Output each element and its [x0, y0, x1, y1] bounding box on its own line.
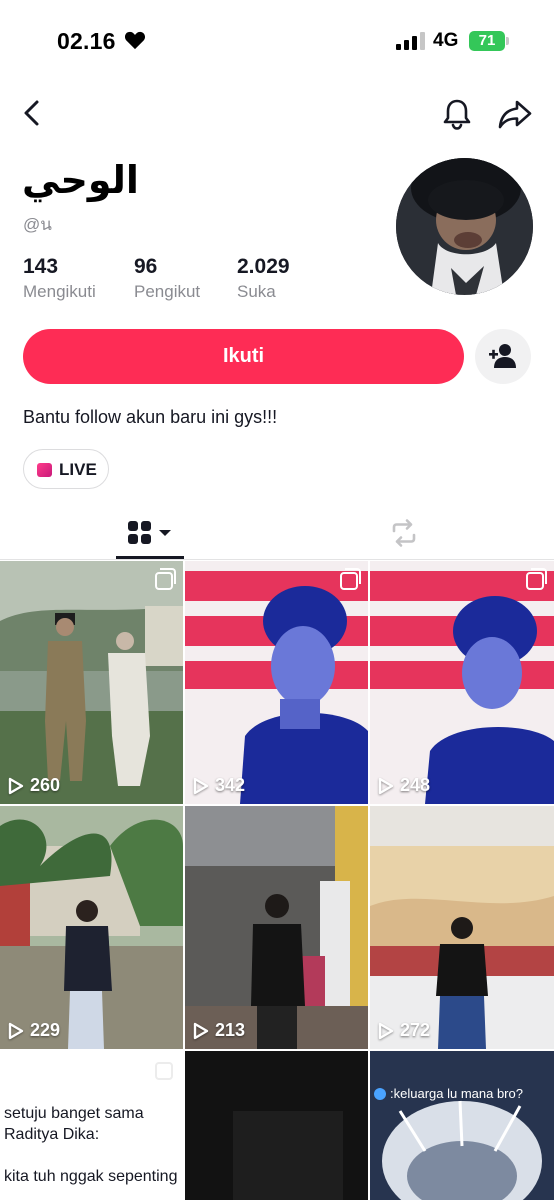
play-icon	[8, 777, 24, 794]
stat-followers[interactable]: 96 Pengikut	[134, 255, 200, 303]
view-count: 229	[8, 1020, 60, 1041]
status-bar: 02.16 4G 71	[0, 0, 554, 84]
view-count-value: 229	[30, 1020, 61, 1040]
video-thumbnail	[185, 1051, 368, 1200]
play-icon	[8, 1022, 24, 1039]
live-icon	[37, 463, 52, 477]
multi-photo-icon	[155, 1058, 176, 1080]
video-thumbnail	[0, 806, 183, 1049]
play-icon	[378, 1022, 394, 1039]
stat-following-value: 143	[23, 255, 59, 278]
live-button[interactable]: LIVE	[23, 449, 109, 489]
video-tile[interactable]: 272	[370, 806, 554, 1049]
view-count-value: 272	[400, 1020, 431, 1040]
stat-followers-value: 96	[134, 255, 158, 278]
view-count: 213	[193, 1020, 245, 1041]
stat-followers-label: Pengikut	[134, 282, 201, 301]
caption-overlay: :keluarga lu mana bro?	[374, 1086, 523, 1101]
avatar[interactable]	[396, 158, 533, 295]
stat-likes-value: 2.029	[237, 255, 290, 278]
display-name: الوحي	[22, 158, 139, 202]
bell-icon[interactable]	[441, 97, 473, 131]
repost-icon[interactable]	[389, 518, 419, 548]
add-friend-button[interactable]	[475, 329, 531, 384]
view-count: 260	[8, 775, 60, 796]
video-thumbnail	[0, 561, 183, 804]
view-count: 248	[378, 775, 430, 796]
grid-icon	[128, 521, 171, 544]
view-count: 342	[193, 775, 245, 796]
play-icon	[378, 777, 394, 794]
caption-dot-icon	[374, 1087, 386, 1100]
caption-text: :keluarga lu mana bro?	[390, 1086, 523, 1101]
network-label: 4G	[433, 30, 459, 51]
battery-icon: 71	[469, 31, 505, 51]
follow-button[interactable]: Ikuti	[23, 329, 464, 384]
play-icon	[193, 1022, 209, 1039]
signal-icon	[396, 32, 425, 50]
multi-photo-icon	[340, 568, 361, 590]
video-tile[interactable]: 260	[0, 561, 183, 804]
stat-likes[interactable]: 2.029 Suka	[237, 255, 290, 303]
stat-likes-label: Suka	[237, 282, 276, 301]
stat-following-label: Mengikuti	[23, 282, 96, 301]
live-label: LIVE	[59, 460, 97, 479]
text-post-line: kita tuh nggak sepenting	[4, 1168, 178, 1185]
tab-divider	[0, 559, 554, 560]
video-thumbnail	[370, 1051, 554, 1200]
back-icon[interactable]	[18, 98, 46, 128]
video-thumbnail	[185, 561, 368, 804]
text-post-line: Raditya Dika:	[4, 1126, 100, 1143]
play-icon	[193, 777, 209, 794]
multi-photo-icon	[155, 568, 176, 590]
battery-tip	[506, 37, 509, 45]
view-count-value: 342	[215, 775, 246, 795]
heart-icon	[124, 31, 146, 50]
video-tile[interactable]: 342	[185, 561, 368, 804]
view-count-value: 213	[215, 1020, 246, 1040]
add-friend-icon	[489, 344, 516, 368]
video-tile[interactable]: 229	[0, 806, 183, 1049]
video-thumbnail	[370, 806, 554, 1049]
text-post-line: setuju banget sama	[4, 1105, 144, 1122]
video-tile[interactable]: :keluarga lu mana bro?	[370, 1051, 554, 1200]
video-tile[interactable]: 248	[370, 561, 554, 804]
view-count: 272	[378, 1020, 430, 1041]
video-tile[interactable]	[185, 1051, 368, 1200]
view-count-value: 248	[400, 775, 431, 795]
status-time: 02.16	[57, 28, 116, 54]
stat-following[interactable]: 143 Mengikuti	[23, 255, 96, 303]
video-thumbnail	[185, 806, 368, 1049]
tab-videos[interactable]	[116, 510, 184, 560]
username-handle: @น	[23, 215, 52, 234]
avatar-image	[396, 158, 533, 295]
text-post-tile[interactable]: setuju banget sama Raditya Dika: kita tu…	[0, 1051, 183, 1200]
view-count-value: 260	[30, 775, 61, 795]
video-thumbnail	[370, 561, 554, 804]
bio-text: Bantu follow akun baru ini gys!!!	[23, 407, 278, 427]
multi-photo-icon	[526, 568, 547, 590]
video-tile[interactable]: 213	[185, 806, 368, 1049]
share-icon[interactable]	[498, 99, 532, 129]
